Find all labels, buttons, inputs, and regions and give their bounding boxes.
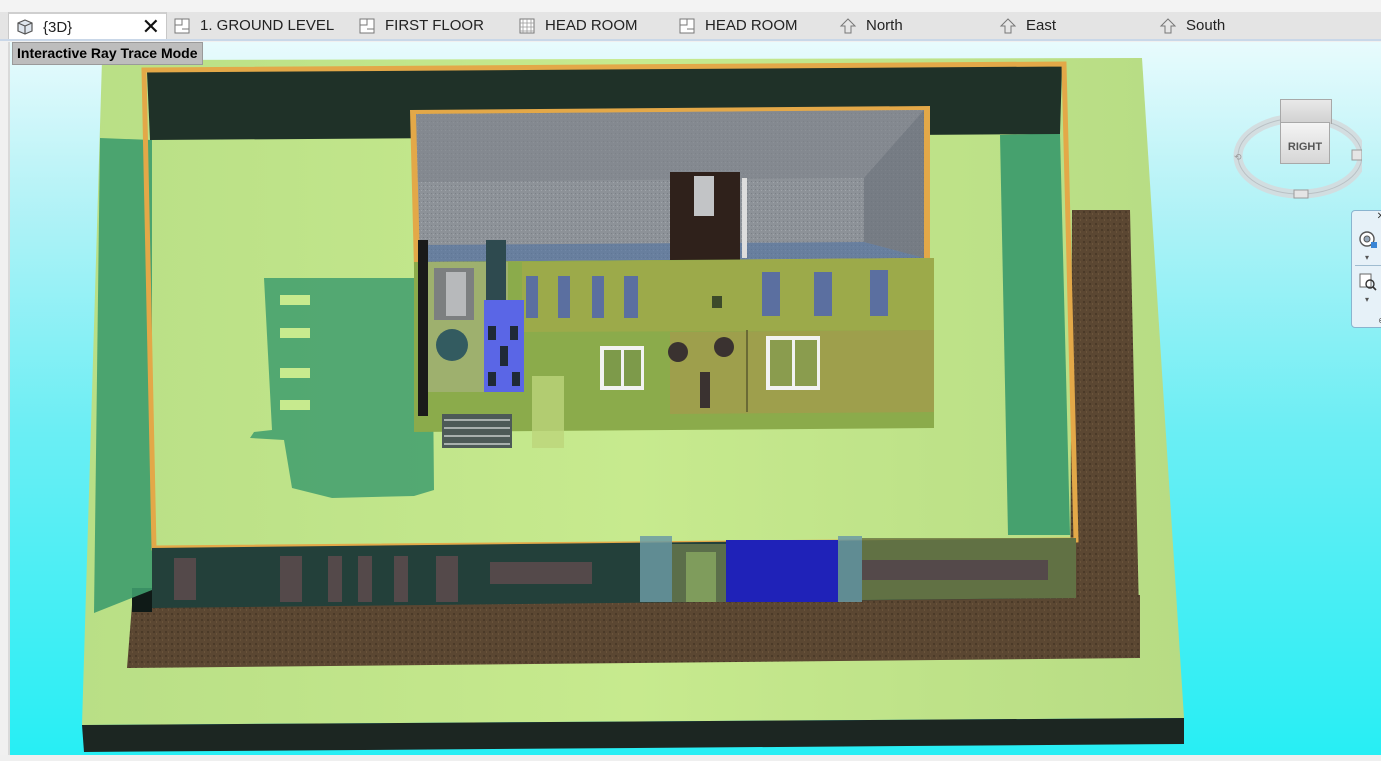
viewcube[interactable]: ⟲ RIGHT: [1222, 94, 1362, 204]
ceiling-plan-icon: [517, 16, 537, 36]
zoom-region-icon[interactable]: [1356, 271, 1380, 293]
tab-label: 1. GROUND LEVEL: [200, 17, 335, 34]
tab-label: FIRST FLOOR: [385, 17, 484, 34]
tab-head-room-plan[interactable]: HEAD ROOM: [677, 12, 798, 39]
3d-view-icon: [15, 17, 35, 37]
svg-text:⟲: ⟲: [1234, 152, 1242, 162]
building-model-render[interactable]: [8, 42, 1381, 755]
chevron-down-icon[interactable]: ▾: [1365, 253, 1369, 262]
steering-wheel-icon[interactable]: [1356, 229, 1380, 251]
viewcube-right-face[interactable]: RIGHT: [1280, 122, 1330, 164]
tab-north[interactable]: North: [838, 12, 903, 39]
navigation-bar: ✕ ▾ ▾ ⊖: [1351, 210, 1381, 328]
tab-label: HEAD ROOM: [545, 17, 638, 34]
elevation-icon: [1158, 16, 1178, 36]
blue-panel: [726, 540, 838, 602]
tab-label: {3D}: [43, 18, 73, 36]
viewcube-top-face[interactable]: [1280, 99, 1332, 124]
foundation-soil-right: [1070, 210, 1140, 658]
floor-plan-icon: [172, 16, 192, 36]
tab-label: North: [866, 17, 903, 34]
tab-east[interactable]: East: [998, 12, 1056, 39]
tab-first-floor[interactable]: FIRST FLOOR: [357, 12, 484, 39]
3d-viewport[interactable]: Interactive Ray Trace Mode ⟲ RIGHT ✕ ▾: [8, 42, 1381, 755]
close-icon[interactable]: ✕: [142, 15, 160, 39]
floor-plan-icon: [357, 16, 377, 36]
tab-label: East: [1026, 17, 1057, 34]
chevron-down-icon[interactable]: ▾: [1365, 295, 1369, 304]
view-tab-bar: {3D} ✕ 1. GROUND LEVEL FIRST FLOOR HEAD …: [0, 12, 1381, 40]
tab-label: HEAD ROOM: [705, 17, 798, 34]
tab-south[interactable]: South: [1158, 12, 1225, 39]
navbar-close-icon[interactable]: ✕: [1377, 211, 1381, 222]
tab-3d-view[interactable]: {3D} ✕: [8, 12, 167, 40]
window-top-strip: [0, 0, 1381, 12]
elevation-icon: [838, 16, 858, 36]
revit-window: {3D} ✕ 1. GROUND LEVEL FIRST FLOOR HEAD …: [0, 0, 1381, 761]
floor-plan-icon: [677, 16, 697, 36]
retaining-wall-right: [1000, 133, 1070, 535]
tab-ground-level[interactable]: 1. GROUND LEVEL: [172, 12, 334, 39]
tab-bar-divider: [0, 39, 1381, 41]
tab-label: South: [1186, 17, 1226, 34]
tab-head-room-ceiling[interactable]: HEAD ROOM: [517, 12, 638, 39]
status-strip: [0, 755, 1381, 761]
retaining-wall-left: [94, 138, 152, 613]
render-mode-label: Interactive Ray Trace Mode: [12, 42, 203, 65]
elevation-icon: [998, 16, 1018, 36]
